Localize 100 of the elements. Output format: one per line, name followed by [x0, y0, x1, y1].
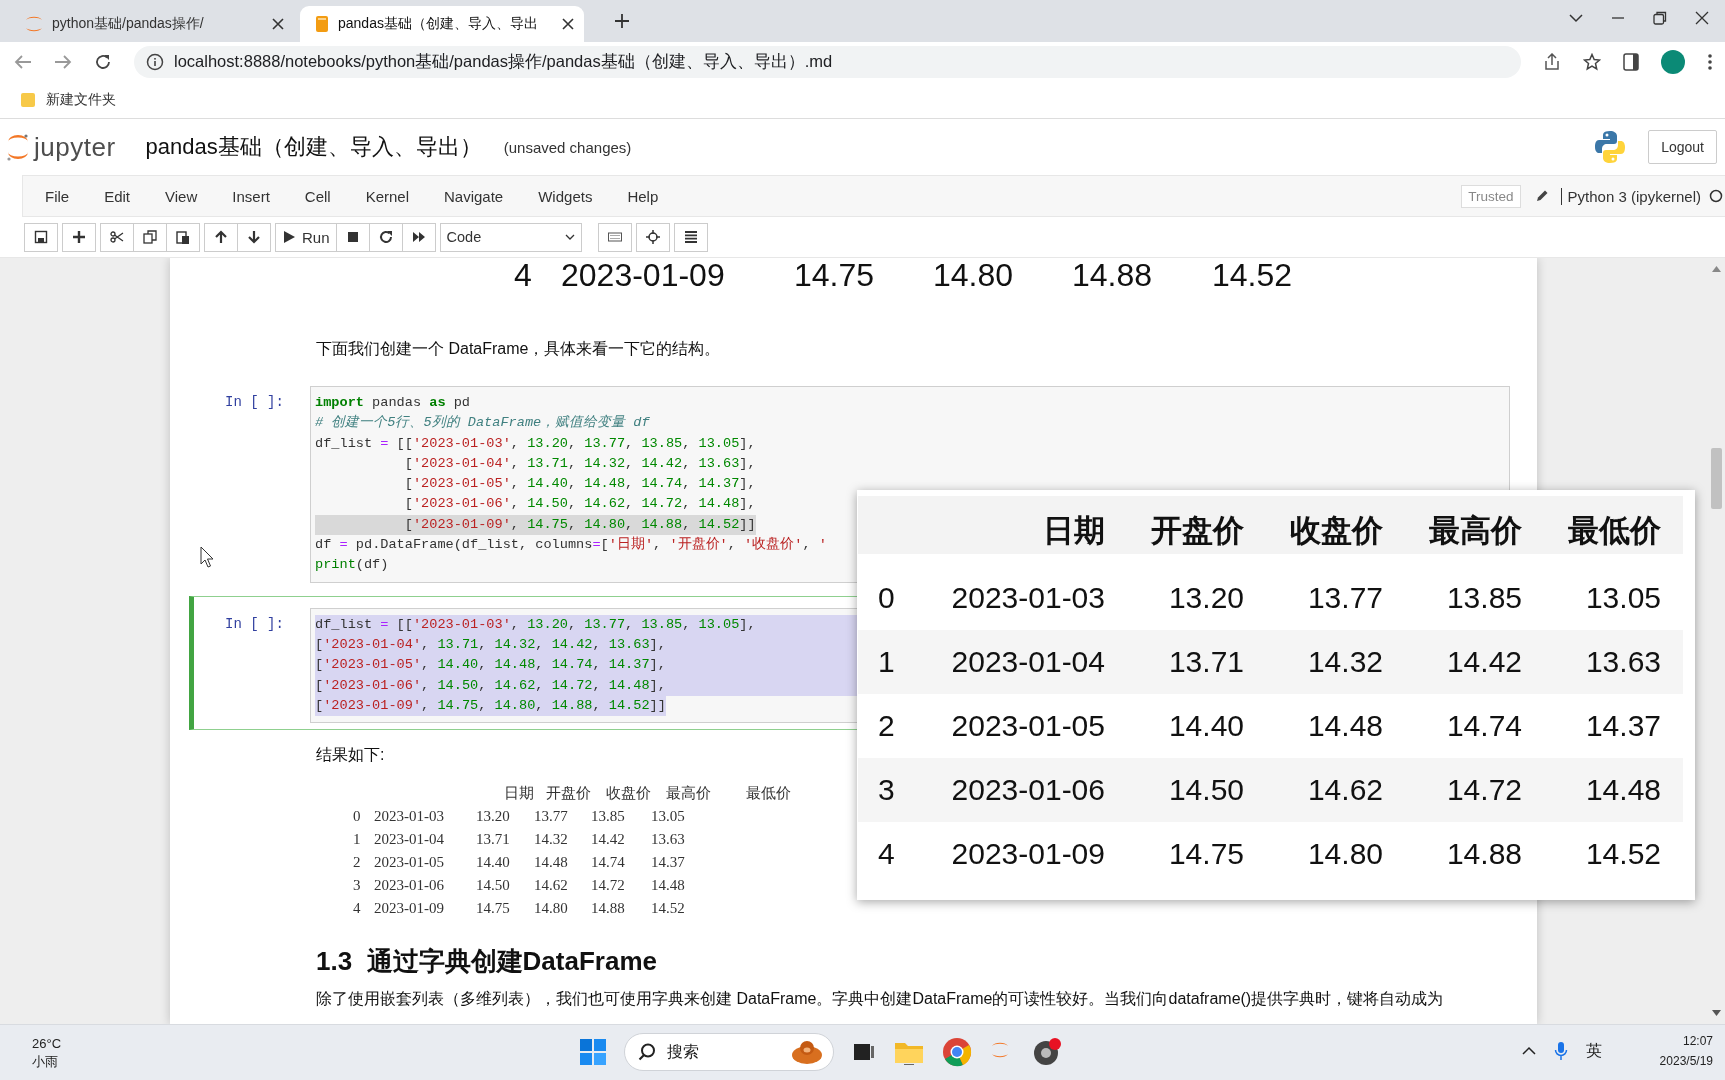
info-icon: [146, 53, 164, 71]
forward-icon[interactable]: [54, 54, 72, 70]
bookmark-item[interactable]: 新建文件夹: [20, 91, 116, 109]
menu-item[interactable]: View: [151, 187, 212, 205]
table-cell-text: 14.48: [534, 853, 569, 873]
table-cell-text: 3: [353, 876, 362, 896]
input-prompt: In [ ]:: [225, 614, 285, 634]
chevron-down-icon[interactable]: [1569, 13, 1583, 23]
back-icon[interactable]: [14, 54, 32, 70]
run-button[interactable]: Run: [275, 222, 337, 252]
app-icon[interactable]: [1032, 1037, 1062, 1067]
table-cell-text: 14.80: [1306, 837, 1383, 871]
table-cell-text: 14.75: [476, 899, 511, 919]
browser-tab[interactable]: python基础/pandas操作/: [10, 6, 294, 42]
chevron-down-icon: [564, 233, 575, 241]
star-icon[interactable]: [1583, 53, 1601, 71]
avatar[interactable]: [1661, 50, 1685, 74]
menu-item[interactable]: Insert: [218, 187, 284, 205]
code-line: df = pd.DataFrame(df_list, columns=['日期', '开盘价', '收盘价', ': [315, 535, 827, 555]
close-icon[interactable]: [562, 18, 574, 30]
sidebar-icon[interactable]: [1623, 53, 1639, 71]
logout-button[interactable]: Logout: [1648, 130, 1717, 164]
table-cell-text: 14.88: [591, 899, 626, 919]
close-icon[interactable]: [272, 18, 284, 30]
restore-icon[interactable]: [1653, 11, 1667, 25]
chevron-up-icon[interactable]: [1521, 1046, 1536, 1056]
search-icon: [638, 1043, 656, 1061]
move-down-button[interactable]: [237, 222, 271, 252]
table-cell-text: 14.88: [1072, 258, 1154, 292]
scroll-down-icon[interactable]: [1712, 1010, 1721, 1016]
table-cell-text: 13.05: [1584, 581, 1661, 615]
table-cell-text: 14.62: [534, 876, 569, 896]
table-cell-text: 0: [877, 581, 896, 615]
copy-button[interactable]: [133, 222, 167, 252]
table-cell-text: 13.05: [651, 807, 686, 827]
share-icon[interactable]: [1543, 53, 1561, 71]
browser-tab[interactable]: pandas基础（创建、导入、导出: [300, 6, 584, 42]
chrome-icon[interactable]: [942, 1037, 972, 1067]
temperature: 26°C: [32, 1034, 62, 1053]
table-cell-text: 2023-01-05: [950, 709, 1105, 743]
windows-logo-icon[interactable]: [580, 1039, 606, 1065]
search-field[interactable]: 搜索: [624, 1033, 834, 1071]
table-cell-text: 14.80: [534, 899, 569, 919]
stop-button[interactable]: [335, 222, 370, 252]
arrow-down-icon: [247, 230, 261, 244]
input-method-indicator[interactable]: 英: [1585, 1040, 1602, 1062]
arrow-up-icon: [214, 230, 228, 244]
table-cell-text: 4: [514, 258, 533, 292]
column-header: 最低价: [745, 784, 791, 804]
table-cell-text: 14.88: [1445, 837, 1522, 871]
reload-icon[interactable]: [94, 53, 112, 71]
move-cursor-button[interactable]: [635, 222, 670, 252]
table-cell-text: 14.74: [1445, 709, 1522, 743]
code-line: import pandas as pd: [315, 394, 471, 412]
new-tab-icon[interactable]: [614, 13, 630, 29]
fast-forward-button[interactable]: [401, 222, 436, 252]
paragraph: 下面我们创建一个 DataFrame，具体来看一下它的结构。: [316, 339, 722, 359]
table-cell-text: 2023-01-06: [374, 876, 445, 896]
trusted-button[interactable]: Trusted: [1461, 184, 1521, 208]
menu-item[interactable]: Widgets: [524, 187, 607, 205]
scrollbar-thumb[interactable]: [1711, 448, 1722, 509]
move-up-button[interactable]: [204, 222, 238, 252]
column-header: 最低价: [1567, 512, 1661, 550]
menu-item[interactable]: File: [31, 187, 84, 205]
code-line: ['2023-01-04', 13.71, 14.32, 14.42, 13.63],: [403, 454, 756, 473]
menu-item[interactable]: Help: [613, 187, 673, 205]
code-line: ['2023-01-06', 14.50, 14.62, 14.72, 14.48],: [403, 495, 756, 514]
clock-time[interactable]: 12:07: [1682, 1031, 1713, 1051]
paragraph: 结果如下:: [316, 745, 386, 766]
folder-icon: [20, 92, 36, 108]
paste-button[interactable]: [166, 222, 200, 252]
close-icon[interactable]: [1695, 11, 1709, 25]
paragraph: 除了使用嵌套列表（多维列表），我们也可使用字典来创建 DataFrame。字典中创建DataFrame的可读性较好。当我们向dataframe()提供字典时，键将自动成为: [316, 989, 1445, 1010]
cell-type-dropdown[interactable]: Code: [439, 222, 582, 252]
table-cell-text: 2023-01-09: [561, 258, 726, 292]
restart-button[interactable]: [368, 222, 403, 252]
kernel-name[interactable]: Python 3 (ipykernel): [1560, 187, 1701, 205]
notebook-title[interactable]: pandas基础（创建、导入、导出）: [145, 132, 482, 162]
table-of-contents-button[interactable]: [673, 222, 708, 252]
pencil-icon[interactable]: [1534, 189, 1549, 203]
table-cell-text: 2023-01-05: [374, 853, 445, 873]
table-cell-text: 3: [877, 773, 896, 807]
table-cell-text: 14.52: [1584, 837, 1661, 871]
scroll-up-icon[interactable]: [1712, 266, 1721, 272]
add-cell-button[interactable]: [62, 222, 96, 252]
table-cell-text: 2023-01-04: [374, 830, 445, 850]
menu-item[interactable]: Kernel: [351, 187, 423, 205]
menu-item[interactable]: Edit: [90, 187, 145, 205]
logo-text: jupyter: [34, 131, 116, 163]
menu-item[interactable]: Navigate: [430, 187, 518, 205]
address-field[interactable]: localhost:8888/notebooks/python基础/pandas操作/pandas基础（创建、导入、导出）.md: [134, 46, 1521, 78]
cut-button[interactable]: [100, 222, 134, 252]
more-icon[interactable]: [1707, 53, 1713, 71]
microphone-icon[interactable]: [1553, 1041, 1568, 1061]
table-cell-text: 14.40: [1167, 709, 1244, 743]
save-button[interactable]: [24, 222, 58, 252]
save-icon: [34, 230, 48, 244]
menu-item[interactable]: Cell: [290, 187, 345, 205]
table-cell-text: 13.20: [1167, 581, 1244, 615]
clock-date[interactable]: 2023/5/19: [1659, 1051, 1713, 1071]
